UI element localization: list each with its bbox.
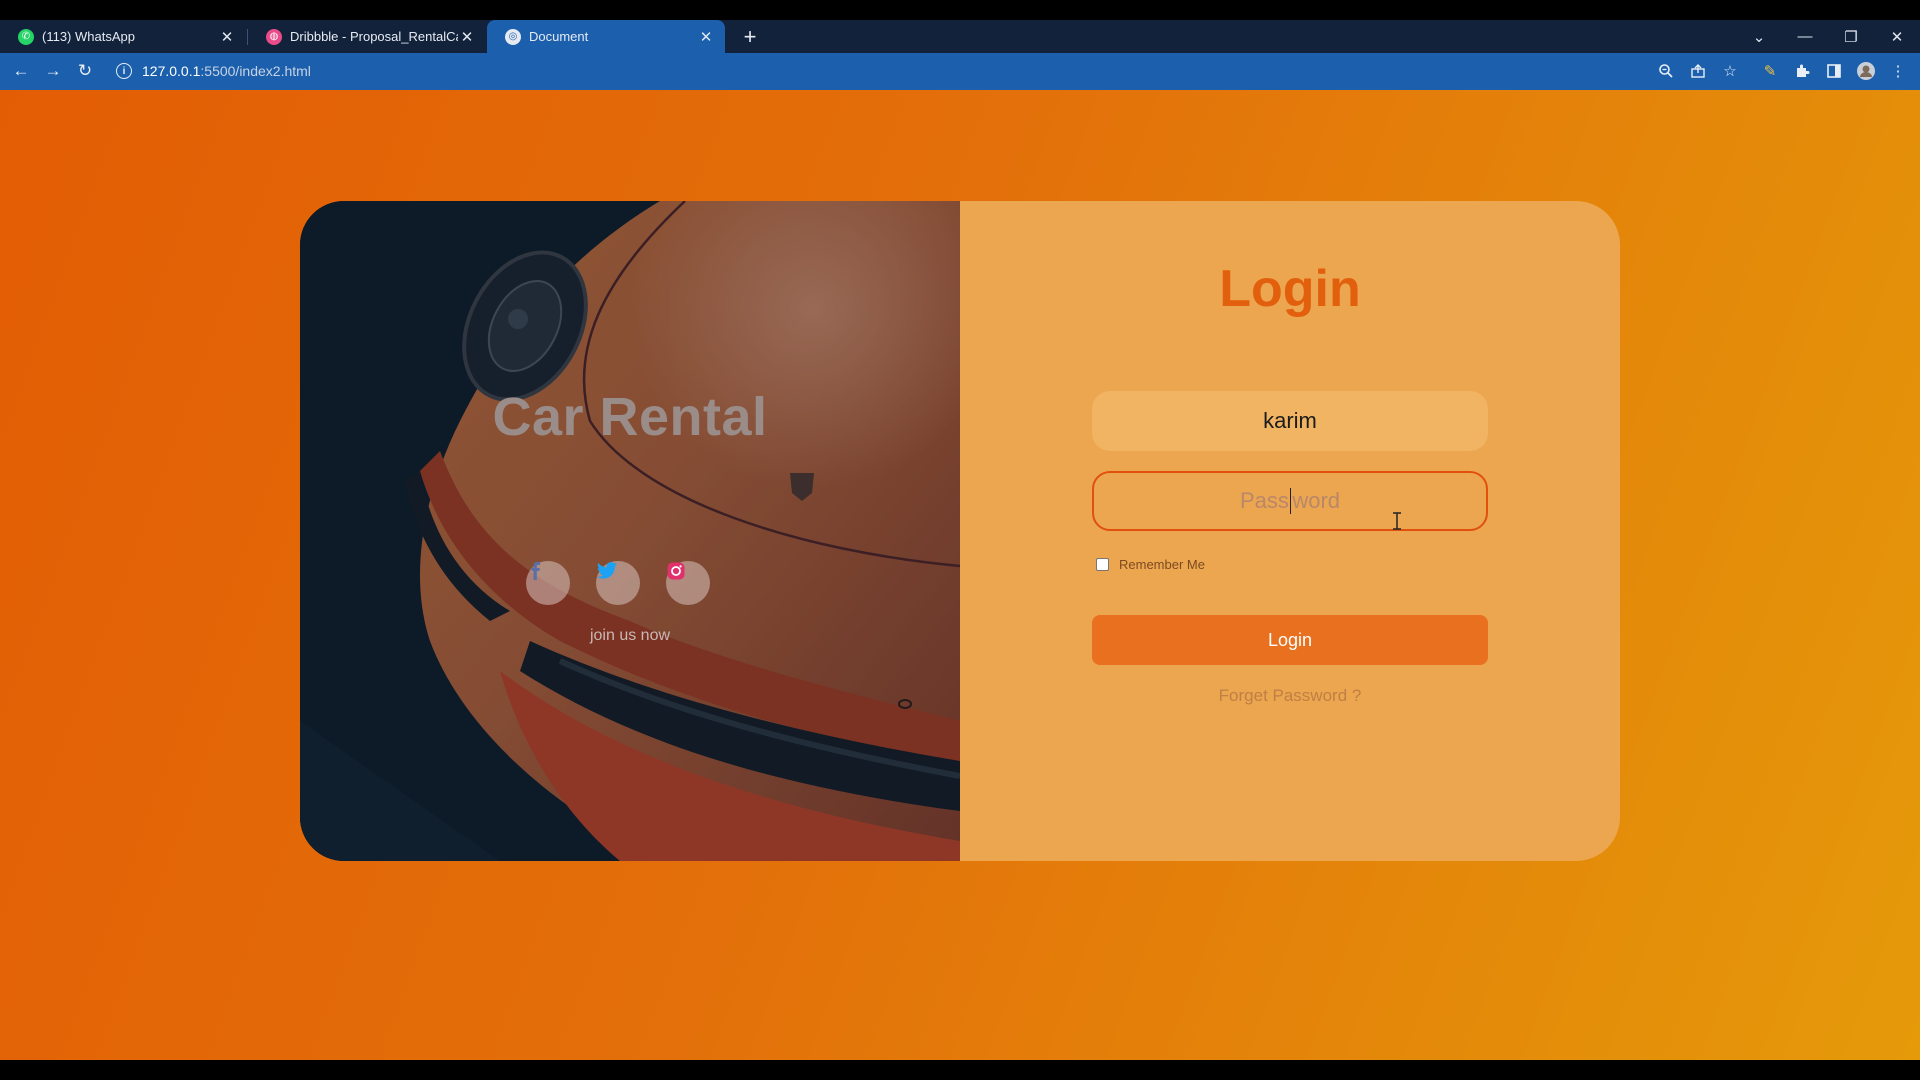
twitter-icon[interactable]: [596, 561, 640, 605]
hero-title: Car Rental: [492, 387, 768, 447]
close-window-button[interactable]: ✕: [1874, 20, 1920, 53]
new-tab-button[interactable]: +: [736, 20, 764, 53]
password-input[interactable]: Pass word: [1092, 471, 1488, 531]
tab-title: (113) WhatsApp: [42, 29, 135, 44]
login-card: Car Rental join us now Login karim Pass w…: [300, 201, 1620, 861]
tab-title: Dribbble - Proposal_RentalCar.pn: [290, 29, 458, 44]
tab-dribbble[interactable]: ◍ Dribbble - Proposal_RentalCar.pn ✕: [248, 20, 486, 53]
login-title: Login: [1219, 260, 1361, 318]
profile-avatar[interactable]: [1852, 57, 1880, 85]
screen-bottom-border: [0, 1060, 1920, 1080]
car-illustration: [300, 201, 960, 861]
extensions-icon[interactable]: [1788, 57, 1816, 85]
login-panel: Login karim Pass word Remember Me Login F…: [960, 201, 1620, 861]
join-us-text: join us now: [589, 627, 671, 644]
restore-button[interactable]: ❐: [1828, 20, 1874, 53]
address-bar[interactable]: i 127.0.0.1:5500/index2.html: [110, 57, 1660, 85]
page-viewport: Car Rental join us now Login karim Pass w…: [0, 90, 1920, 1060]
share-icon[interactable]: [1684, 57, 1712, 85]
tab-document[interactable]: ◎ Document ✕: [487, 20, 725, 53]
dribbble-icon: ◍: [266, 28, 282, 45]
whatsapp-icon: ✆: [18, 28, 34, 45]
password-placeholder-end: word: [1292, 488, 1341, 513]
login-button[interactable]: Login: [1092, 615, 1488, 665]
info-icon[interactable]: i: [116, 63, 132, 79]
close-icon[interactable]: ✕: [218, 28, 236, 46]
back-button[interactable]: ←: [7, 57, 35, 85]
tab-title: Document: [529, 29, 589, 44]
tab-whatsapp[interactable]: ✆ (113) WhatsApp ✕: [0, 20, 246, 53]
globe-icon: ◎: [505, 28, 521, 45]
remember-me-checkbox[interactable]: [1096, 558, 1109, 571]
bookmark-star-icon[interactable]: ☆: [1716, 57, 1744, 85]
text-cursor-icon: [1393, 512, 1401, 530]
url-host: 127.0.0.1: [142, 63, 201, 79]
close-icon[interactable]: ✕: [697, 28, 715, 46]
pen-extension-icon[interactable]: ✎: [1756, 57, 1784, 85]
screen-top-border: [0, 0, 1920, 20]
username-value: karim: [1263, 408, 1317, 433]
tab-strip: ✆ (113) WhatsApp ✕ ◍ Dribbble - Proposal…: [0, 20, 1920, 53]
zoom-icon[interactable]: [1652, 57, 1680, 85]
facebook-icon[interactable]: [526, 561, 570, 605]
forgot-password-link[interactable]: Forget Password ?: [960, 686, 1620, 706]
menu-kebab-icon[interactable]: ⋮: [1884, 57, 1912, 85]
hero-image-panel: Car Rental join us now: [300, 201, 960, 861]
forward-button[interactable]: →: [39, 57, 67, 85]
browser-toolbar: ← → ↻ i 127.0.0.1:5500/index2.html ☆ ✎ ⋮: [0, 53, 1920, 90]
username-input[interactable]: karim: [1092, 391, 1488, 451]
remember-me-label: Remember Me: [1119, 557, 1205, 572]
remember-me-row[interactable]: Remember Me: [1096, 557, 1205, 572]
close-icon[interactable]: ✕: [458, 28, 476, 46]
url-path: :5500/index2.html: [200, 63, 311, 79]
reload-button[interactable]: ↻: [71, 57, 99, 85]
minimize-button[interactable]: —: [1782, 20, 1828, 53]
password-placeholder-start: Pass: [1239, 488, 1289, 513]
side-panel-icon[interactable]: [1820, 57, 1848, 85]
tab-search-chevron-icon[interactable]: ⌄: [1736, 20, 1782, 53]
instagram-icon[interactable]: [666, 561, 710, 605]
